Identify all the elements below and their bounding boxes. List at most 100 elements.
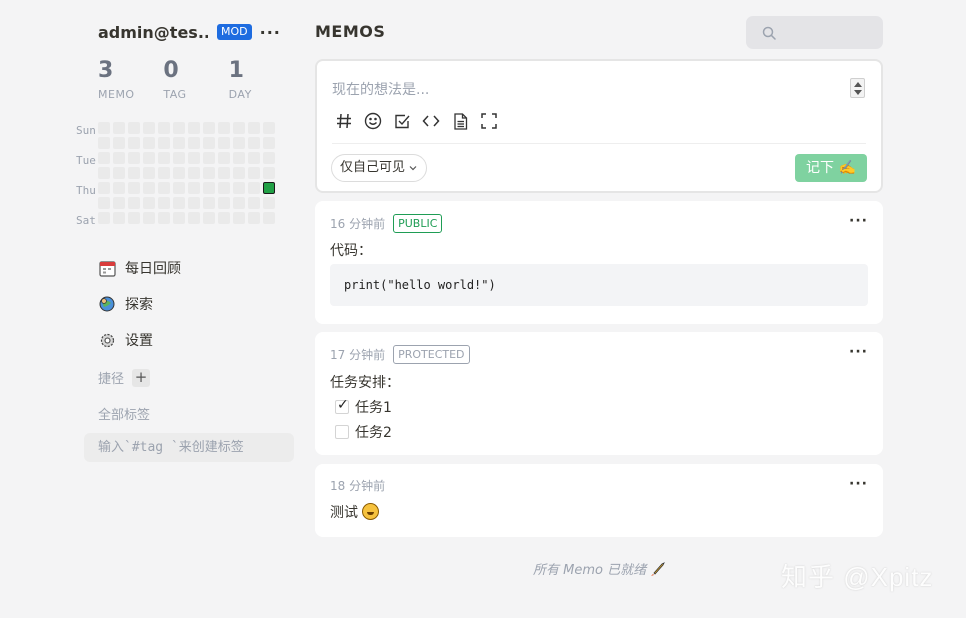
heatmap-cell[interactable]: [158, 197, 170, 209]
heatmap-cell[interactable]: [173, 137, 185, 149]
heatmap-cell[interactable]: [218, 122, 230, 134]
heatmap-cell[interactable]: [248, 137, 260, 149]
editor-spin-control[interactable]: [850, 78, 865, 98]
heatmap-cell[interactable]: [158, 122, 170, 134]
visibility-select[interactable]: 仅自己可见: [331, 154, 428, 182]
memo-more-button[interactable]: ···: [849, 213, 868, 229]
heatmap-cell[interactable]: [188, 182, 200, 194]
stat-tag[interactable]: 0 TAG: [163, 58, 228, 101]
heatmap-cell[interactable]: [158, 182, 170, 194]
heatmap-cell[interactable]: [263, 137, 275, 149]
heatmap-cell[interactable]: [128, 167, 140, 179]
fullscreen-icon[interactable]: [479, 111, 499, 131]
heatmap-cell[interactable]: [113, 197, 125, 209]
heatmap-cell[interactable]: [218, 182, 230, 194]
heatmap-cell[interactable]: [128, 152, 140, 164]
memo-more-button[interactable]: ···: [849, 344, 868, 360]
heatmap-cell[interactable]: [203, 182, 215, 194]
heatmap-cell[interactable]: [188, 212, 200, 224]
heatmap-cell[interactable]: [203, 212, 215, 224]
heatmap-cell[interactable]: [218, 212, 230, 224]
heatmap-cell[interactable]: [263, 152, 275, 164]
search-input[interactable]: [746, 16, 883, 49]
heatmap-cell[interactable]: [203, 137, 215, 149]
add-shortcut-button[interactable]: +: [132, 368, 151, 387]
hashtag-icon[interactable]: [334, 111, 354, 131]
heatmap-cell[interactable]: [128, 182, 140, 194]
heatmap-cell[interactable]: [188, 137, 200, 149]
heatmap-cell[interactable]: [143, 122, 155, 134]
nav-item-daily-review[interactable]: 每日回顾: [98, 250, 181, 286]
heatmap-cell[interactable]: [203, 152, 215, 164]
memo-timestamp[interactable]: 16 分钟前: [330, 215, 385, 232]
heatmap-cell[interactable]: [143, 182, 155, 194]
heatmap-cell[interactable]: [98, 152, 110, 164]
heatmap-cell[interactable]: [248, 167, 260, 179]
heatmap-cell[interactable]: [218, 137, 230, 149]
heatmap-cell[interactable]: [263, 197, 275, 209]
stat-day[interactable]: 1 DAY: [229, 58, 294, 101]
heatmap-cell[interactable]: [218, 152, 230, 164]
heatmap-cell[interactable]: [158, 167, 170, 179]
code-icon[interactable]: [421, 111, 441, 131]
file-icon[interactable]: [450, 111, 470, 131]
nav-item-explore[interactable]: 探索: [98, 286, 181, 322]
heatmap-cell[interactable]: [143, 152, 155, 164]
heatmap-cell[interactable]: [173, 182, 185, 194]
memo-more-button[interactable]: ···: [849, 476, 868, 492]
user-more-button[interactable]: ···: [260, 23, 281, 42]
heatmap-cell[interactable]: [98, 212, 110, 224]
checkbox-icon[interactable]: [392, 111, 412, 131]
heatmap-cell[interactable]: [98, 167, 110, 179]
heatmap-cell[interactable]: [263, 167, 275, 179]
heatmap-cell[interactable]: [173, 212, 185, 224]
heatmap-cell-active[interactable]: [263, 182, 275, 194]
emoji-icon[interactable]: [363, 111, 383, 131]
heatmap-cell[interactable]: [143, 197, 155, 209]
heatmap-cell[interactable]: [203, 122, 215, 134]
heatmap-cell[interactable]: [113, 182, 125, 194]
heatmap-cell[interactable]: [203, 197, 215, 209]
heatmap-cell[interactable]: [143, 137, 155, 149]
heatmap-cell[interactable]: [233, 122, 245, 134]
heatmap-cell[interactable]: [188, 167, 200, 179]
heatmap-cell[interactable]: [248, 197, 260, 209]
heatmap-cell[interactable]: [143, 212, 155, 224]
heatmap-cell[interactable]: [128, 212, 140, 224]
heatmap-cell[interactable]: [233, 167, 245, 179]
task-checkbox[interactable]: [335, 397, 349, 414]
heatmap-cell[interactable]: [128, 122, 140, 134]
heatmap-cell[interactable]: [233, 182, 245, 194]
nav-item-settings[interactable]: 设置: [98, 322, 181, 358]
heatmap-cell[interactable]: [218, 197, 230, 209]
heatmap-cell[interactable]: [173, 197, 185, 209]
heatmap-cell[interactable]: [173, 122, 185, 134]
heatmap-cell[interactable]: [98, 122, 110, 134]
heatmap-cell[interactable]: [248, 122, 260, 134]
heatmap-cell[interactable]: [248, 182, 260, 194]
memo-editor-input[interactable]: 现在的想法是...: [332, 79, 429, 99]
heatmap-cell[interactable]: [113, 212, 125, 224]
task-checkbox[interactable]: [335, 425, 349, 439]
heatmap-cell[interactable]: [233, 197, 245, 209]
heatmap-cell[interactable]: [233, 212, 245, 224]
heatmap-cell[interactable]: [128, 137, 140, 149]
heatmap-cell[interactable]: [173, 167, 185, 179]
heatmap-cell[interactable]: [113, 122, 125, 134]
heatmap-cell[interactable]: [173, 152, 185, 164]
heatmap-cell[interactable]: [158, 152, 170, 164]
stat-memo[interactable]: 3 MEMO: [98, 58, 163, 101]
heatmap-cell[interactable]: [218, 167, 230, 179]
heatmap-cell[interactable]: [113, 152, 125, 164]
username[interactable]: admin@tes...: [98, 23, 208, 42]
heatmap-cell[interactable]: [98, 137, 110, 149]
heatmap-cell[interactable]: [263, 122, 275, 134]
heatmap-cell[interactable]: [233, 137, 245, 149]
heatmap-cell[interactable]: [158, 137, 170, 149]
heatmap-cell[interactable]: [128, 197, 140, 209]
heatmap-cell[interactable]: [113, 137, 125, 149]
heatmap-cell[interactable]: [188, 122, 200, 134]
heatmap-cell[interactable]: [143, 167, 155, 179]
heatmap-cell[interactable]: [248, 152, 260, 164]
heatmap-cell[interactable]: [188, 152, 200, 164]
